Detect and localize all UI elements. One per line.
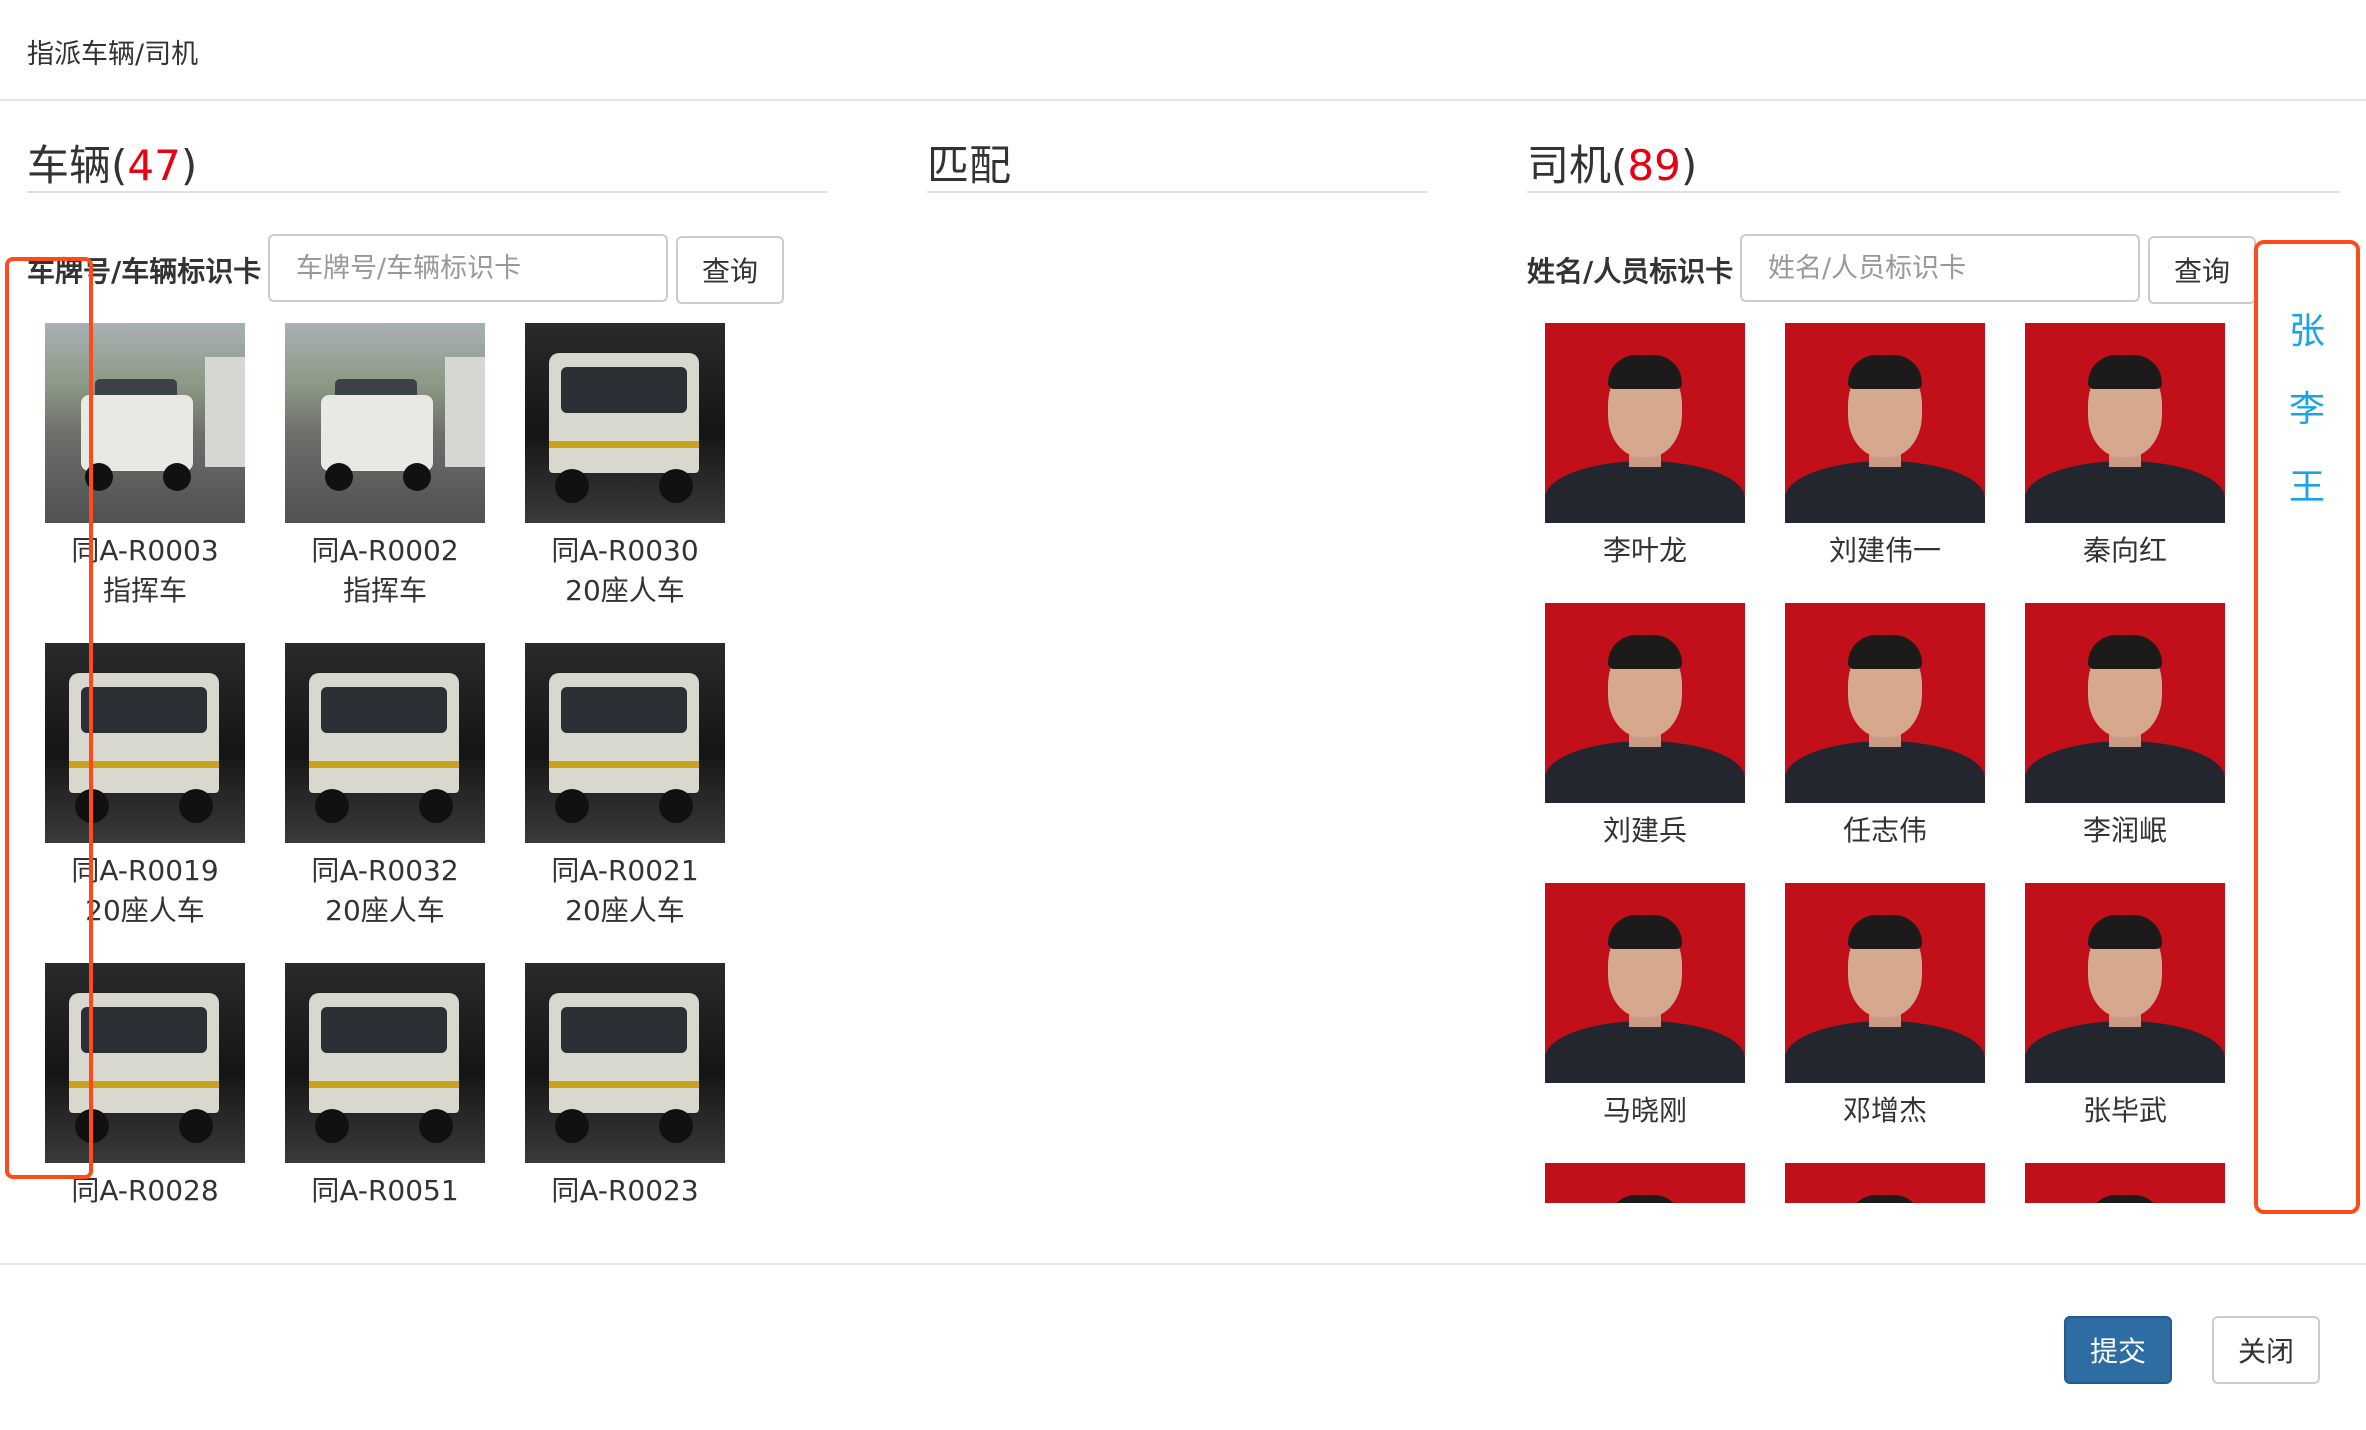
driver-photo [2025,323,2225,523]
driver-card[interactable]: 任志伟 [1765,603,2005,863]
modal-footer-divider [0,1263,2366,1265]
vehicle-photo [285,323,485,523]
match-title-rule [927,191,1427,193]
vehicle-plate: 同A-R0021 [551,854,699,887]
vehicle-card[interactable]: 同A-R0032 20座人车 [265,643,505,943]
driver-name: 邓增杰 [1842,1094,1927,1127]
vehicle-type: 20座人车 [565,574,685,607]
vehicle-search-button[interactable]: 查询 [676,236,784,304]
driver-name: 刘建伟一 [1828,534,1941,567]
driver-photo [1785,883,1985,1083]
match-area[interactable] [927,230,1427,1190]
driver-card[interactable] [1765,1163,2005,1203]
surname-index-item[interactable]: 张 [2254,302,2360,354]
driver-search-button[interactable]: 查询 [2148,236,2256,304]
vehicles-title-label: 车辆 [27,141,112,190]
vehicle-photo [525,963,725,1163]
driver-photo [2025,883,2225,1083]
vehicle-grid: 同A-R0003 指挥车 同A-R0002 指挥车 同A-R0030 20座人车 同A-R0… [25,323,745,1203]
driver-card[interactable]: 刘建兵 [1525,603,1765,863]
driver-photo [2025,1163,2225,1203]
driver-card[interactable]: 李叶龙 [1525,323,1765,583]
vehicle-plate: 同A-R0030 [551,534,699,567]
driver-photo [1545,603,1745,803]
surname-index-item[interactable]: 王 [2254,458,2360,510]
vehicle-plate: 同A-R0023 [551,1174,699,1203]
driver-photo [1545,883,1745,1083]
driver-photo [1785,603,1985,803]
driver-search-label: 姓名/人员标识卡 [1527,255,1734,288]
drivers-title-label: 司机 [1527,141,1612,190]
match-title: 匹配 [927,141,1012,190]
vehicles-title-rule [27,191,827,193]
vehicle-search-input[interactable] [268,234,668,302]
driver-card[interactable]: 刘建伟一 [1765,323,2005,583]
drivers-title-rule [1527,191,2340,193]
vehicle-card[interactable]: 同A-R0023 [505,963,745,1203]
vehicle-card[interactable]: 同A-R0030 20座人车 [505,323,745,623]
drivers-title: 司机(89) [1527,141,1698,190]
drivers-count: 89 [1627,141,1681,190]
surname-index-item[interactable]: 李 [2254,380,2360,432]
vehicles-title: 车辆(47) [27,141,198,190]
vehicle-photo [285,643,485,843]
driver-card[interactable]: 秦向红 [2005,323,2245,583]
vehicle-photo [285,963,485,1163]
driver-name: 秦向红 [2082,534,2167,567]
driver-card[interactable] [2005,1163,2245,1203]
driver-grid: 李叶龙 刘建伟一 秦向红刘建兵 任志伟 李润岷马晓刚 邓增杰 张毕武 [1525,323,2245,1203]
driver-name: 任志伟 [1842,814,1927,847]
modal-title: 指派车辆/司机 [27,39,199,70]
vehicle-type: 指挥车 [342,574,427,607]
driver-card[interactable]: 张毕武 [2005,883,2245,1143]
driver-photo [2025,603,2225,803]
vehicle-plate: 同A-R0032 [311,854,459,887]
driver-name: 刘建兵 [1602,814,1687,847]
vehicle-photo [525,643,725,843]
modal-header: 指派车辆/司机 [0,0,2366,101]
vehicle-type: 20座人车 [325,894,445,927]
driver-card[interactable]: 邓增杰 [1765,883,2005,1143]
submit-button[interactable]: 提交 [2064,1316,2172,1384]
vehicle-type: 20座人车 [565,894,685,927]
vehicle-card[interactable]: 同A-R0021 20座人车 [505,643,745,943]
vehicle-column-highlight [5,257,93,1179]
driver-photo [1545,1163,1745,1203]
driver-search-input[interactable] [1740,234,2140,302]
driver-name: 李润岷 [2082,814,2167,847]
driver-photo [1545,323,1745,523]
driver-card[interactable]: 马晓刚 [1525,883,1765,1143]
driver-name: 李叶龙 [1602,534,1687,567]
driver-photo [1785,323,1985,523]
driver-card[interactable]: 李润岷 [2005,603,2245,863]
driver-name: 张毕武 [2082,1094,2167,1127]
vehicle-plate: 同A-R0002 [311,534,459,567]
driver-photo [1785,1163,1985,1203]
close-button[interactable]: 关闭 [2212,1316,2320,1384]
vehicle-plate: 同A-R0051 [311,1174,459,1203]
driver-card[interactable] [1525,1163,1765,1203]
vehicle-photo [525,323,725,523]
driver-name: 马晓刚 [1602,1094,1687,1127]
vehicles-count: 47 [127,141,181,190]
vehicle-card[interactable]: 同A-R0002 指挥车 [265,323,505,623]
vehicle-card[interactable]: 同A-R0051 [265,963,505,1203]
